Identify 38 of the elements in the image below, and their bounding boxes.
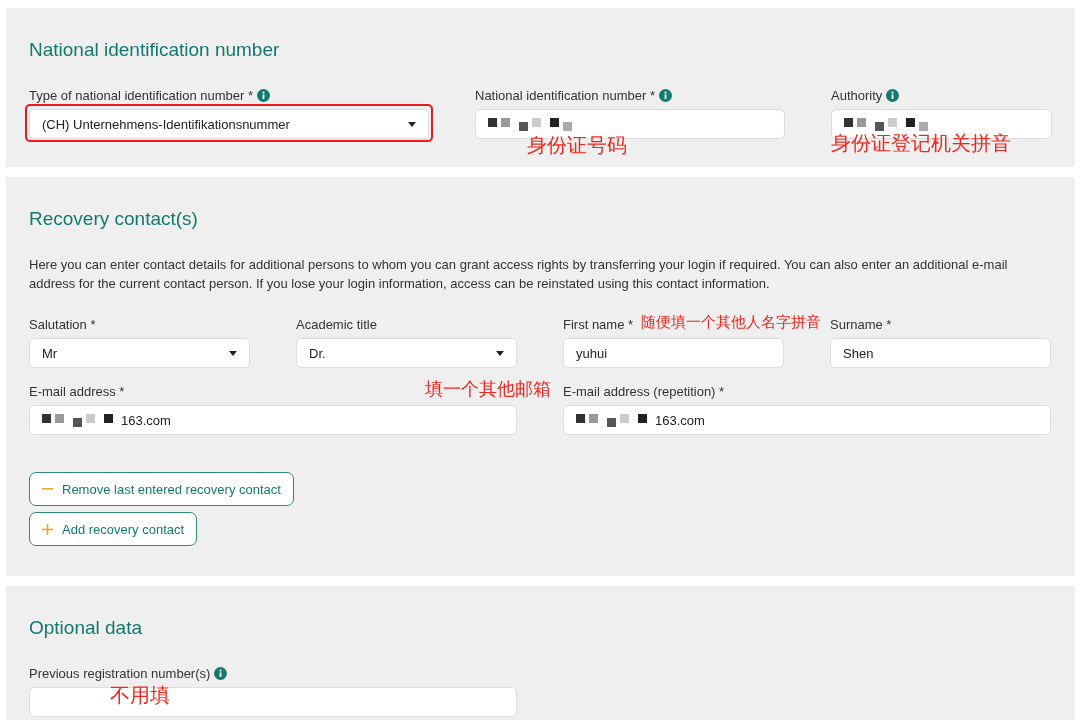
description-text: Here you can enter contact details for additional persons to whom you can grant access rights by transferring your login if required. You can also enter an additional e-mail address for the current contact person. If you lose your login information, access can be reinstated using this contact information. [29,256,1009,293]
select-field[interactable]: Mr [29,338,250,368]
field-label: E-mail address (repetition) * [563,383,725,399]
field-label: First name * [563,316,634,332]
select-field[interactable]: (CH) Unternehmens-Identifikationsnummer [29,109,429,139]
field-label: Authority [831,87,883,103]
info-icon[interactable] [257,88,271,102]
field-label: Type of national identification number * [29,87,254,103]
field-label: Salutation * [29,316,96,332]
section-title: National identification number [29,38,281,62]
caret-icon [408,121,416,127]
input-field[interactable]: 163.com [29,405,517,435]
input-field[interactable]: Shen [830,338,1051,368]
input-field[interactable] [29,687,517,717]
section-title: Optional data [29,616,144,640]
action-button[interactable]: Add recovery contact [29,512,198,546]
info-icon[interactable] [214,666,228,680]
info-icon[interactable] [658,88,672,102]
field-label: Previous registration number(s) [29,665,211,681]
input-field[interactable]: 163.com [563,405,1051,435]
field-label: E-mail address * [29,383,125,399]
caret-icon [229,350,237,356]
field-label: Academic title [296,316,377,332]
minus-icon [42,488,53,490]
select-field[interactable]: Dr. [296,338,517,368]
annotation-text: 身份证号码 [527,134,627,156]
input-field[interactable]: yuhui [563,338,784,368]
action-button[interactable]: Remove last entered recovery contact [29,472,294,506]
field-label: Surname * [830,316,892,332]
annotation-text: 填一个其他邮箱 [425,379,551,399]
info-icon[interactable] [886,88,900,102]
section-title: Recovery contact(s) [29,207,199,231]
annotation-text: 身份证登记机关拼音 [831,132,1011,154]
annotation-text: 不用填 [110,684,170,706]
annotation-text: 随便填一个其他人名字拼音 [641,314,821,331]
field-label: National identification number * [475,87,655,103]
plus-icon [42,523,53,535]
caret-icon [496,350,504,356]
